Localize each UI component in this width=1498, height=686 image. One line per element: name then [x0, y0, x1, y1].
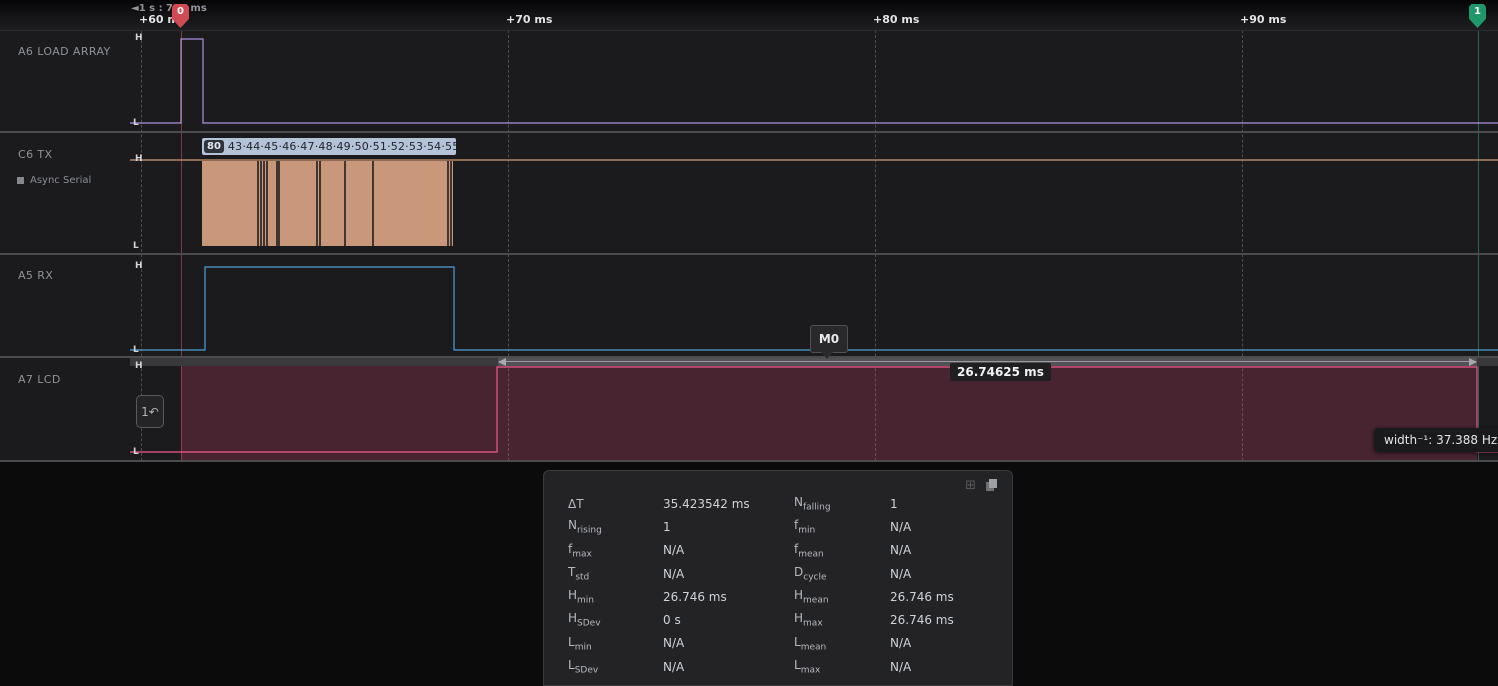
channel-label[interactable]: A6 LOAD ARRAY — [18, 45, 111, 58]
level-label-low: L — [133, 241, 139, 251]
measurement-label: Nfalling — [794, 495, 890, 512]
level-label-low: L — [133, 447, 139, 457]
pulse-trigger-button[interactable]: 1↶ — [136, 395, 164, 428]
analyzer-label[interactable]: Async Serial — [17, 175, 91, 186]
measurement-label: ΔT — [568, 497, 663, 511]
serial-bytes: 43·44·45·46·47·48·49·50·51·52·53·54·55·5… — [228, 140, 456, 153]
level-label-high: H — [135, 361, 143, 371]
measurement-value: N/A — [663, 543, 794, 557]
m0-marker-flag[interactable]: M0 — [810, 325, 848, 353]
measurement-value: N/A — [663, 636, 794, 650]
measurement-label: Hmax — [794, 611, 890, 628]
analyzer-bullet-icon — [17, 177, 24, 184]
measurement-value: N/A — [663, 660, 794, 674]
channel-label[interactable]: C6 TX — [18, 148, 52, 161]
channel-label[interactable]: A5 RX — [18, 269, 53, 282]
measurement-value: N/A — [890, 543, 1014, 557]
row-divider — [0, 460, 1498, 462]
m0-flag-pointer — [821, 352, 833, 359]
measurement-label: Lmin — [568, 635, 663, 652]
measurement-value: 0 s — [663, 613, 794, 627]
timeline-header[interactable]: ◄1 s : 700 ms +60 ms+70 ms+80 ms+90 ms — [0, 0, 1498, 31]
timeline-tick: +90 ms — [1240, 13, 1286, 26]
measurement-label: Tstd — [568, 565, 663, 582]
pulse-trigger-icon: 1↶ — [141, 405, 159, 419]
measurement-label: fmean — [794, 542, 890, 559]
measurement-value: N/A — [890, 660, 1014, 674]
measurement-value: 35.423542 ms — [663, 497, 794, 511]
level-label-low: L — [133, 345, 139, 355]
measurement-label: fmax — [568, 542, 663, 559]
measurement-value: 1 — [663, 520, 794, 534]
measurement-rows: ΔT35.423542 msNfalling1Nrising1fminN/Afm… — [568, 492, 1014, 678]
waveform-traces — [0, 0, 1498, 462]
width-measurement-label: 26.74625 ms — [950, 363, 1051, 381]
timeline-tick: +70 ms — [506, 13, 552, 26]
level-label-low: L — [133, 118, 139, 128]
row-divider — [0, 131, 1498, 133]
measurement-label: Hmin — [568, 588, 663, 605]
channel-label[interactable]: A7 LCD — [18, 373, 61, 386]
measurement-value: N/A — [890, 567, 1014, 581]
serial-annotation-strip[interactable]: 80 43·44·45·46·47·48·49·50·51·52·53·54·5… — [202, 138, 456, 155]
level-label-high: H — [135, 154, 143, 164]
copy-icon[interactable] — [986, 479, 998, 492]
row-divider — [0, 356, 1498, 358]
logic-analyzer-app: 80 43·44·45·46·47·48·49·50·51·52·53·54·5… — [0, 0, 1498, 686]
measurement-label: Dcycle — [794, 565, 890, 582]
measurement-value: N/A — [890, 520, 1014, 534]
measurement-label: fmin — [794, 518, 890, 535]
measurement-label: Nrising — [568, 518, 663, 535]
measurement-value: 26.746 ms — [663, 590, 794, 604]
measurement-value: 1 — [890, 497, 1014, 511]
level-label-high: H — [135, 261, 143, 271]
measurement-label: Hmean — [794, 588, 890, 605]
measurement-panel: ⊞ ΔT35.423542 msNfalling1Nrising1fminN/A… — [543, 470, 1013, 686]
measurement-label: LSDev — [568, 658, 663, 675]
measurement-label: HSDev — [568, 611, 663, 628]
panel-export-icon[interactable]: ⊞ — [965, 479, 976, 492]
m0-label: M0 — [819, 332, 839, 346]
measurement-value: N/A — [663, 567, 794, 581]
measurement-label: Lmax — [794, 658, 890, 675]
level-label-high: H — [135, 33, 143, 43]
timeline-tick: +80 ms — [873, 13, 919, 26]
serial-byte-badge: 80 — [204, 140, 224, 153]
measurement-value: 26.746 ms — [890, 590, 1014, 604]
measurement-value: N/A — [890, 636, 1014, 650]
width-frequency-tooltip: width⁻¹: 37.388 Hz — [1374, 428, 1498, 452]
measurement-value: 26.746 ms — [890, 613, 1014, 627]
row-divider — [0, 253, 1498, 255]
measurement-label: Lmean — [794, 635, 890, 652]
